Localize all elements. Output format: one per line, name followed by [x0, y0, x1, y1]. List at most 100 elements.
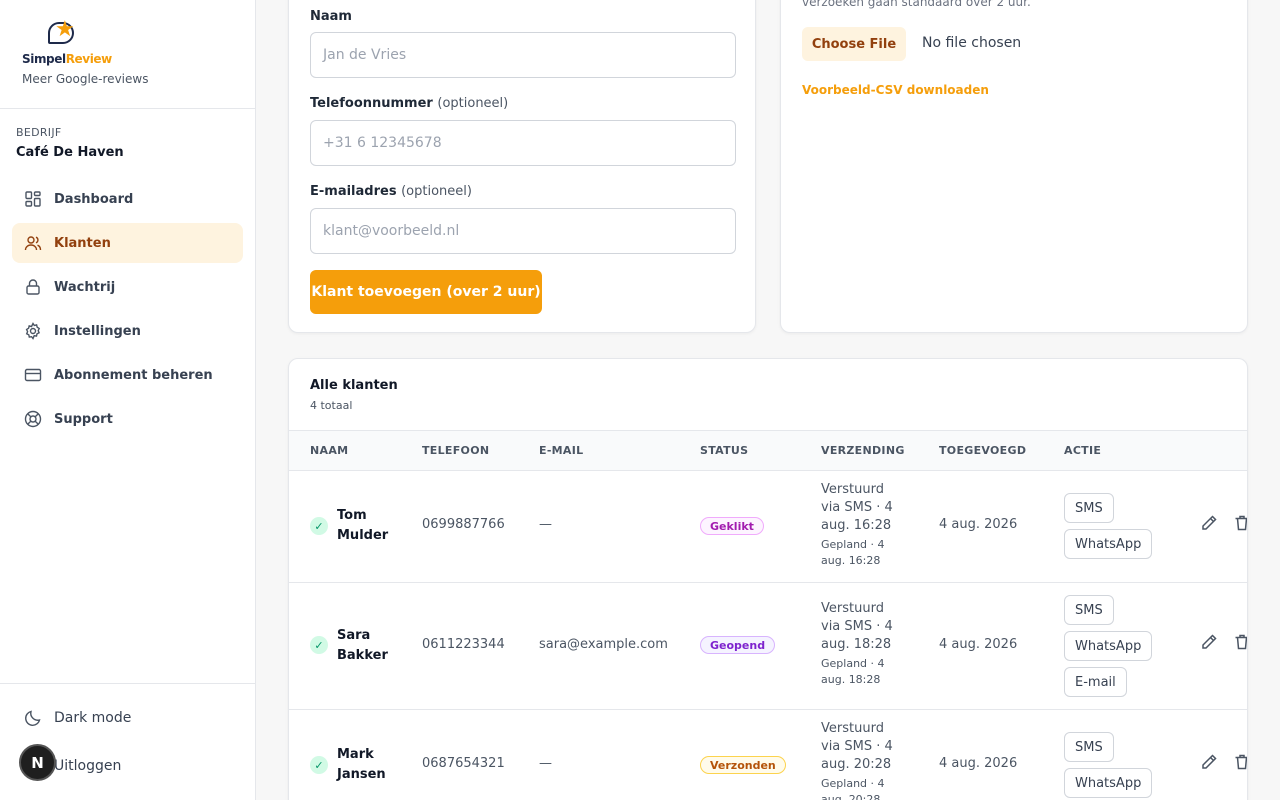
- table-title: Alle klanten: [310, 378, 398, 393]
- added-date: 4 aug. 2026: [939, 517, 1018, 532]
- add-customer-card: Naam Jan de Vries Telefoonnummer (option…: [288, 0, 756, 333]
- shipping-planned: Gepland · 4 aug. 16:28: [821, 538, 885, 567]
- shipping-planned: Gepland · 4 aug. 18:28: [821, 657, 885, 686]
- edit-icon[interactable]: [1199, 513, 1219, 533]
- sidebar-item-label: Dashboard: [54, 191, 134, 207]
- shipping-planned: Gepland · 4 aug. 20:28: [821, 777, 885, 800]
- sidebar-item-label: Abonnement beheren: [54, 367, 213, 383]
- shipping-sent: Verstuurd via SMS · 4 aug. 18:28: [821, 601, 893, 652]
- shipping-info: Verstuurd via SMS · 4 aug. 16:28 Gepland…: [821, 481, 901, 569]
- email-label: E-mailadres (optioneel): [310, 184, 472, 199]
- customer-phone: 0687654321: [422, 756, 505, 771]
- column-header: E-MAIL: [539, 444, 584, 457]
- column-header: TELEFOON: [422, 444, 490, 457]
- column-header: STATUS: [700, 444, 749, 457]
- table-row: ✓ Tom Mulder 0699887766 — Geklikt Verstu…: [289, 471, 1248, 583]
- csv-upload-card: verzoeken gaan standaard over 2 uur. Cho…: [780, 0, 1248, 333]
- check-icon: ✓: [310, 636, 328, 654]
- column-header: ACTIE: [1064, 444, 1102, 457]
- lock-icon: [26, 279, 40, 295]
- sidebar-item-wachtrij[interactable]: Wachtrij: [12, 267, 243, 307]
- send-sms-button[interactable]: SMS: [1064, 493, 1114, 523]
- customer-email: —: [539, 517, 552, 532]
- edit-icon[interactable]: [1199, 632, 1219, 652]
- divider: [0, 683, 255, 684]
- send-whatsapp-button[interactable]: WhatsApp: [1064, 768, 1153, 798]
- row-actions: SMS WhatsApp: [1064, 732, 1153, 800]
- sidebar-item-klanten[interactable]: Klanten: [12, 223, 243, 263]
- added-date: 4 aug. 2026: [939, 637, 1018, 652]
- send-email-button[interactable]: E-mail: [1064, 667, 1127, 697]
- table-header: NAAM TELEFOON E-MAIL STATUS VERZENDING T…: [289, 430, 1247, 471]
- customer-name: Tom Mulder: [337, 508, 389, 543]
- add-customer-button[interactable]: Klant toevoegen (over 2 uur): [310, 270, 542, 314]
- shipping-sent: Verstuurd via SMS · 4 aug. 20:28: [821, 721, 893, 772]
- sidebar-nav: Dashboard Klanten Wachtrij Instellingen …: [12, 179, 243, 443]
- download-csv-link[interactable]: Voorbeeld-CSV downloaden: [802, 83, 989, 97]
- tagline: Meer Google-reviews: [22, 72, 149, 86]
- credit-card-icon: [24, 368, 42, 382]
- sidebar: ★ SimpelReview Meer Google-reviews BEDRI…: [0, 0, 256, 800]
- send-sms-button[interactable]: SMS: [1064, 732, 1114, 762]
- star-icon: ★: [55, 17, 75, 42]
- customer-phone: 0699887766: [422, 517, 505, 532]
- customer-email: —: [539, 756, 552, 771]
- email-input[interactable]: klant@voorbeeld.nl: [310, 208, 736, 254]
- table-count: 4 totaal: [310, 399, 353, 412]
- name-label: Naam: [310, 9, 352, 24]
- choose-file-button[interactable]: Choose File: [802, 27, 906, 61]
- send-sms-button[interactable]: SMS: [1064, 595, 1114, 625]
- user-avatar[interactable]: N: [19, 744, 56, 781]
- divider: [0, 108, 255, 109]
- sidebar-item-label: Instellingen: [54, 323, 141, 339]
- column-header: TOEGEVOEGD: [939, 444, 1027, 457]
- gear-icon: [25, 322, 41, 340]
- file-status: No file chosen: [922, 35, 1022, 51]
- sidebar-item-label: Support: [54, 411, 113, 427]
- send-whatsapp-button[interactable]: WhatsApp: [1064, 529, 1153, 559]
- status-badge: Geopend: [700, 636, 776, 654]
- sidebar-item-support[interactable]: Support: [12, 399, 243, 439]
- upload-note: verzoeken gaan standaard over 2 uur.: [802, 0, 1031, 9]
- trash-icon[interactable]: [1232, 632, 1248, 652]
- customers-table-card: Alle klanten 4 totaal NAAM TELEFOON E-MA…: [288, 358, 1248, 800]
- row-actions: SMS WhatsApp E-mail: [1064, 595, 1153, 703]
- logo-text: SimpelReview: [22, 52, 112, 66]
- status-badge: Verzonden: [700, 756, 786, 774]
- lifebuoy-icon: [24, 410, 42, 428]
- edit-icon[interactable]: [1199, 752, 1219, 772]
- trash-icon[interactable]: [1232, 513, 1248, 533]
- moon-icon: [25, 710, 41, 726]
- brand-logo[interactable]: ★ SimpelReview: [22, 17, 112, 67]
- trash-icon[interactable]: [1232, 752, 1248, 772]
- logout-label: Uitloggen: [54, 758, 122, 774]
- column-header: VERZENDING: [821, 444, 905, 457]
- company-name: Café De Haven: [16, 145, 124, 160]
- shipping-info: Verstuurd via SMS · 4 aug. 18:28 Gepland…: [821, 600, 901, 688]
- send-whatsapp-button[interactable]: WhatsApp: [1064, 631, 1153, 661]
- dark-mode-label: Dark mode: [54, 710, 132, 726]
- added-date: 4 aug. 2026: [939, 756, 1018, 771]
- users-icon: [24, 236, 42, 251]
- column-header: NAAM: [310, 444, 349, 457]
- check-icon: ✓: [310, 756, 328, 774]
- sidebar-item-dashboard[interactable]: Dashboard: [12, 179, 243, 219]
- check-icon: ✓: [310, 517, 328, 535]
- customer-name: Mark Jansen: [337, 747, 386, 782]
- name-input[interactable]: Jan de Vries: [310, 32, 736, 78]
- table-row: ✓ Mark Jansen 0687654321 — Verzonden Ver…: [289, 710, 1248, 800]
- status-badge: Geklikt: [700, 517, 764, 535]
- sidebar-item-label: Klanten: [54, 235, 111, 251]
- sidebar-item-label: Wachtrij: [54, 279, 116, 295]
- table-row: ✓ Sara Bakker 0611223344 sara@example.co…: [289, 583, 1248, 710]
- customer-name: Sara Bakker: [337, 628, 388, 663]
- phone-input[interactable]: +31 6 12345678: [310, 120, 736, 166]
- dashboard-icon: [25, 191, 41, 207]
- customer-phone: 0611223344: [422, 637, 505, 652]
- row-actions: SMS WhatsApp: [1064, 493, 1153, 565]
- dark-mode-toggle[interactable]: Dark mode: [24, 709, 131, 727]
- sidebar-item-instellingen[interactable]: Instellingen: [12, 311, 243, 351]
- customer-email: sara@example.com: [539, 637, 668, 652]
- sidebar-item-abonnement[interactable]: Abonnement beheren: [12, 355, 243, 395]
- phone-label: Telefoonnummer (optioneel): [310, 96, 509, 111]
